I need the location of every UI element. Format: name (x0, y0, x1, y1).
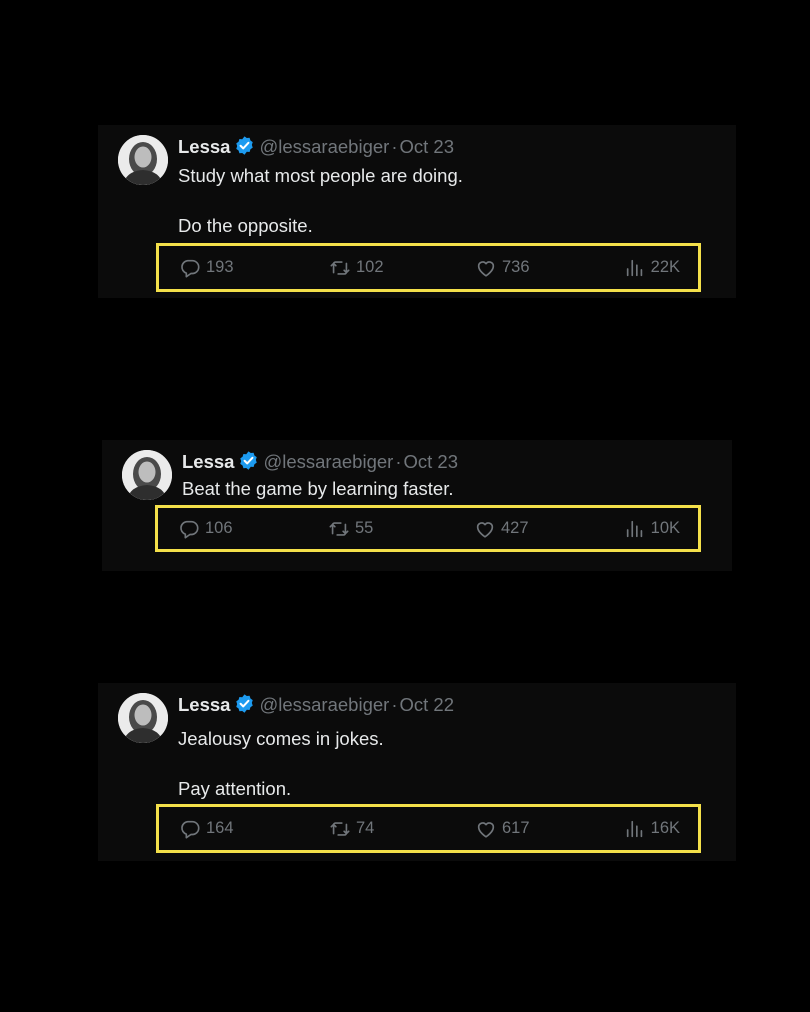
like-button[interactable]: 736 (475, 257, 530, 279)
speech-bubble-icon (180, 520, 199, 539)
heart-icon (477, 821, 495, 838)
views-button[interactable]: 22K (624, 257, 680, 279)
views-button[interactable]: 10K (624, 518, 680, 540)
author-name[interactable]: Lessa (178, 694, 230, 715)
author-handle[interactable]: @lessaraebiger (259, 136, 389, 157)
tweet-text-line: Do the opposite. (178, 215, 313, 236)
reply-count: 193 (206, 258, 234, 276)
heart-icon (476, 521, 494, 538)
reply-button[interactable]: 106 (178, 518, 233, 540)
retweet-count: 74 (356, 819, 375, 837)
retweet-count: 102 (356, 258, 384, 276)
speech-bubble-icon (181, 259, 200, 278)
retweet-arrows-icon (330, 821, 350, 836)
retweet-arrows-icon (329, 521, 349, 536)
tweet-header: Lessa @lessaraebiger · Oct 23 (182, 449, 458, 478)
retweet-button[interactable]: 102 (329, 257, 384, 279)
reply-count: 106 (205, 519, 233, 537)
tweet-date[interactable]: Oct 23 (399, 136, 454, 157)
view-count: 10K (650, 519, 680, 537)
like-count: 427 (501, 519, 529, 537)
like-count: 617 (502, 819, 530, 837)
views-button[interactable]: 16K (624, 818, 680, 840)
retweet-count: 55 (355, 519, 374, 537)
avatar[interactable] (122, 450, 172, 500)
author-name[interactable]: Lessa (178, 136, 230, 157)
verified-badge-icon (238, 450, 259, 478)
tweet-text-line: Study what most people are doing. (178, 165, 463, 186)
tweet-header: Lessa @lessaraebiger · Oct 23 (178, 134, 454, 163)
tweet-actions-bar: 193 102 736 22K (156, 243, 701, 292)
view-count: 22K (650, 258, 680, 276)
view-count: 16K (650, 819, 680, 837)
retweet-button[interactable]: 55 (328, 518, 373, 540)
avatar-image (118, 693, 168, 743)
avatar-image (122, 450, 172, 500)
reply-count: 164 (206, 819, 234, 837)
like-button[interactable]: 617 (475, 818, 530, 840)
speech-bubble-icon (181, 820, 200, 839)
reply-button[interactable]: 164 (179, 818, 234, 840)
bar-chart-icon (626, 820, 642, 837)
verified-badge-icon (234, 693, 255, 721)
header-separator: · (391, 694, 398, 715)
tweet-card[interactable]: Lessa @lessaraebiger · Oct 23 Study what mo… (98, 125, 736, 298)
tweet-card[interactable]: Lessa @lessaraebiger · Oct 23 Beat the game… (102, 440, 732, 571)
tweet-date[interactable]: Oct 23 (403, 451, 458, 472)
like-button[interactable]: 427 (474, 518, 529, 540)
author-handle[interactable]: @lessaraebiger (259, 694, 389, 715)
tweet-text-line: Beat the game by learning faster. (182, 478, 454, 499)
tweet-text-line: Jealousy comes in jokes. (178, 728, 384, 749)
retweet-arrows-icon (330, 260, 350, 275)
verified-badge-icon (234, 135, 255, 163)
tweet-text-line: Pay attention. (178, 778, 292, 799)
author-name[interactable]: Lessa (182, 451, 234, 472)
heart-icon (477, 260, 495, 277)
bar-chart-icon (626, 259, 642, 276)
header-separator: · (391, 136, 398, 157)
like-count: 736 (502, 258, 530, 276)
reply-button[interactable]: 193 (179, 257, 234, 279)
tweet-card[interactable]: Lessa @lessaraebiger · Oct 22 Jealousy come… (98, 683, 736, 861)
avatar[interactable] (118, 693, 168, 743)
retweet-button[interactable]: 74 (329, 818, 374, 840)
tweet-actions-bar: 164 74 617 16K (156, 804, 701, 853)
avatar-image (118, 135, 168, 185)
bar-chart-icon (626, 520, 642, 537)
header-separator: · (395, 451, 402, 472)
avatar[interactable] (118, 135, 168, 185)
author-handle[interactable]: @lessaraebiger (263, 451, 393, 472)
tweet-header: Lessa @lessaraebiger · Oct 22 (178, 692, 454, 721)
tweet-date[interactable]: Oct 22 (399, 694, 454, 715)
tweet-actions-bar: 106 55 427 10K (155, 505, 701, 552)
